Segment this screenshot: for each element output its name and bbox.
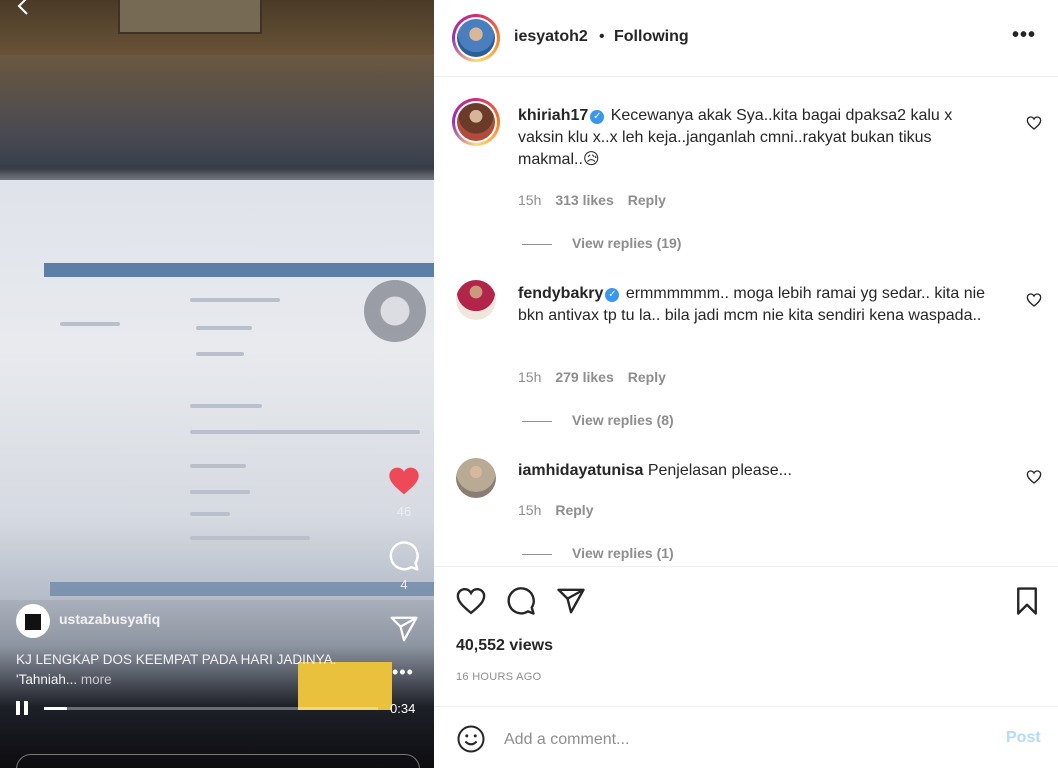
pause-icon[interactable] xyxy=(16,701,30,715)
video-blur-line xyxy=(190,464,246,468)
comment-text-block: khiriah17 ✓ Kecewanya akak Sya..kita baga… xyxy=(518,105,998,171)
video-more-icon[interactable]: ••• xyxy=(392,662,414,683)
comments-list[interactable]: khiriah17 ✓ Kecewanya akak Sya..kita baga… xyxy=(434,78,1058,566)
author-avatar[interactable] xyxy=(452,14,500,62)
chevron-left-icon[interactable] xyxy=(14,0,34,16)
view-replies-label: View replies (8) xyxy=(572,412,674,428)
more-options-icon[interactable]: ••• xyxy=(1012,24,1036,47)
view-count[interactable]: 40,552 views xyxy=(456,637,553,655)
comment-text-block: fendybakry ✓ ermmmmmm.. moga lebih ramai … xyxy=(518,283,998,327)
poster-avatar[interactable] xyxy=(16,604,50,638)
video-blurred-header-bar xyxy=(44,263,434,277)
add-comment-bar: Post xyxy=(434,706,1058,768)
video-background xyxy=(0,55,434,165)
post-actions: 40,552 views 16 HOURS AGO xyxy=(434,566,1058,706)
comment-text-block: iamhidayatunisa Penjelasan please... xyxy=(518,460,998,482)
heart-outline-icon[interactable] xyxy=(1026,292,1042,308)
commenter-avatar[interactable] xyxy=(456,458,496,498)
video-comment-count: 4 xyxy=(400,577,408,592)
video-bottom-bar xyxy=(16,754,420,768)
caption-more-link[interactable]: more xyxy=(81,672,112,687)
share-icon[interactable] xyxy=(389,614,419,644)
header-separator: • xyxy=(599,28,605,45)
following-button[interactable]: Following xyxy=(614,28,689,46)
video-progress-fill xyxy=(44,707,68,710)
view-replies-button[interactable]: View replies (1) xyxy=(522,545,674,561)
comment-time: 15h xyxy=(518,192,542,208)
comment-likes[interactable]: 279 likes xyxy=(555,369,613,385)
commenter-avatar[interactable] xyxy=(452,98,500,146)
verified-badge-icon: ✓ xyxy=(605,288,620,302)
comment-time: 15h xyxy=(518,369,542,385)
author-username[interactable]: iesyatoh2 xyxy=(514,28,588,46)
reply-button[interactable]: Reply xyxy=(628,369,666,385)
video-ceiling-lamp xyxy=(118,0,262,34)
view-replies-button[interactable]: View replies (8) xyxy=(522,412,674,428)
commenter-username[interactable]: fendybakry xyxy=(518,285,603,302)
bookmark-icon[interactable] xyxy=(1012,586,1042,616)
video-blur-line xyxy=(190,298,280,302)
comment-meta: 15h 313 likes Reply xyxy=(518,192,680,208)
emoji-icon[interactable] xyxy=(456,724,486,754)
verified-badge-icon: ✓ xyxy=(590,110,605,124)
poster-username[interactable]: ustazabusyafiq xyxy=(59,611,160,627)
replies-divider xyxy=(522,420,552,422)
comment-icon[interactable] xyxy=(388,540,420,572)
caption-line-1: KJ LENGKAP DOS KEEMPAT PADA HARI JADINYA… xyxy=(16,652,337,667)
share-plane-icon[interactable] xyxy=(556,586,586,616)
replies-divider xyxy=(522,243,552,245)
post-timestamp[interactable]: 16 HOURS AGO xyxy=(456,671,542,683)
like-heart-icon[interactable] xyxy=(456,586,486,616)
view-replies-label: View replies (1) xyxy=(572,545,674,561)
heart-outline-icon[interactable] xyxy=(1026,115,1042,131)
view-replies-button[interactable]: View replies (19) xyxy=(522,235,681,251)
video-blur-line xyxy=(60,322,120,326)
video-like-count: 46 xyxy=(396,504,412,519)
reply-button[interactable]: Reply xyxy=(628,192,666,208)
comment-input[interactable] xyxy=(504,727,984,753)
commenter-username[interactable]: khiriah17 xyxy=(518,107,588,124)
view-replies-label: View replies (19) xyxy=(572,235,682,251)
comment-text: Penjelasan please... xyxy=(647,462,792,479)
post-panel: iesyatoh2 • Following ••• khiriah17 ✓ Kec… xyxy=(434,0,1058,768)
video-blur-line xyxy=(190,490,250,494)
video-blur-line xyxy=(196,326,252,330)
caption-line-2: 'Tahniah... xyxy=(16,672,78,687)
reply-button[interactable]: Reply xyxy=(555,502,593,518)
touch-indicator xyxy=(364,280,426,342)
kaaba-image xyxy=(25,614,41,630)
commenter-avatar[interactable] xyxy=(456,280,496,320)
comment-likes[interactable]: 313 likes xyxy=(555,192,613,208)
video-player[interactable]: 46 4 ustazabusyafiq KJ LENGKAP DOS KEEMP… xyxy=(0,0,434,768)
video-blur-line xyxy=(190,430,420,434)
video-blurred-footer-bar xyxy=(50,582,434,596)
video-blur-line xyxy=(190,404,262,408)
video-time-remaining: 0:34 xyxy=(390,701,416,716)
comment-meta: 15h Reply xyxy=(518,502,607,518)
post-header: iesyatoh2 • Following ••• xyxy=(434,0,1058,77)
video-blur-line xyxy=(190,536,310,540)
video-progress-bar[interactable] xyxy=(44,707,378,710)
comment-meta: 15h 279 likes Reply xyxy=(518,369,680,385)
heart-outline-icon[interactable] xyxy=(1026,469,1042,485)
comment-time: 15h xyxy=(518,502,542,518)
commenter-username[interactable]: iamhidayatunisa xyxy=(518,462,643,479)
video-caption: KJ LENGKAP DOS KEEMPAT PADA HARI JADINYA… xyxy=(16,650,376,690)
video-blur-line xyxy=(196,352,244,356)
comment-bubble-icon[interactable] xyxy=(506,586,536,616)
replies-divider xyxy=(522,553,552,555)
post-comment-button[interactable]: Post xyxy=(1006,729,1041,747)
video-blur-line xyxy=(190,512,230,516)
heart-filled-icon[interactable] xyxy=(388,466,420,496)
